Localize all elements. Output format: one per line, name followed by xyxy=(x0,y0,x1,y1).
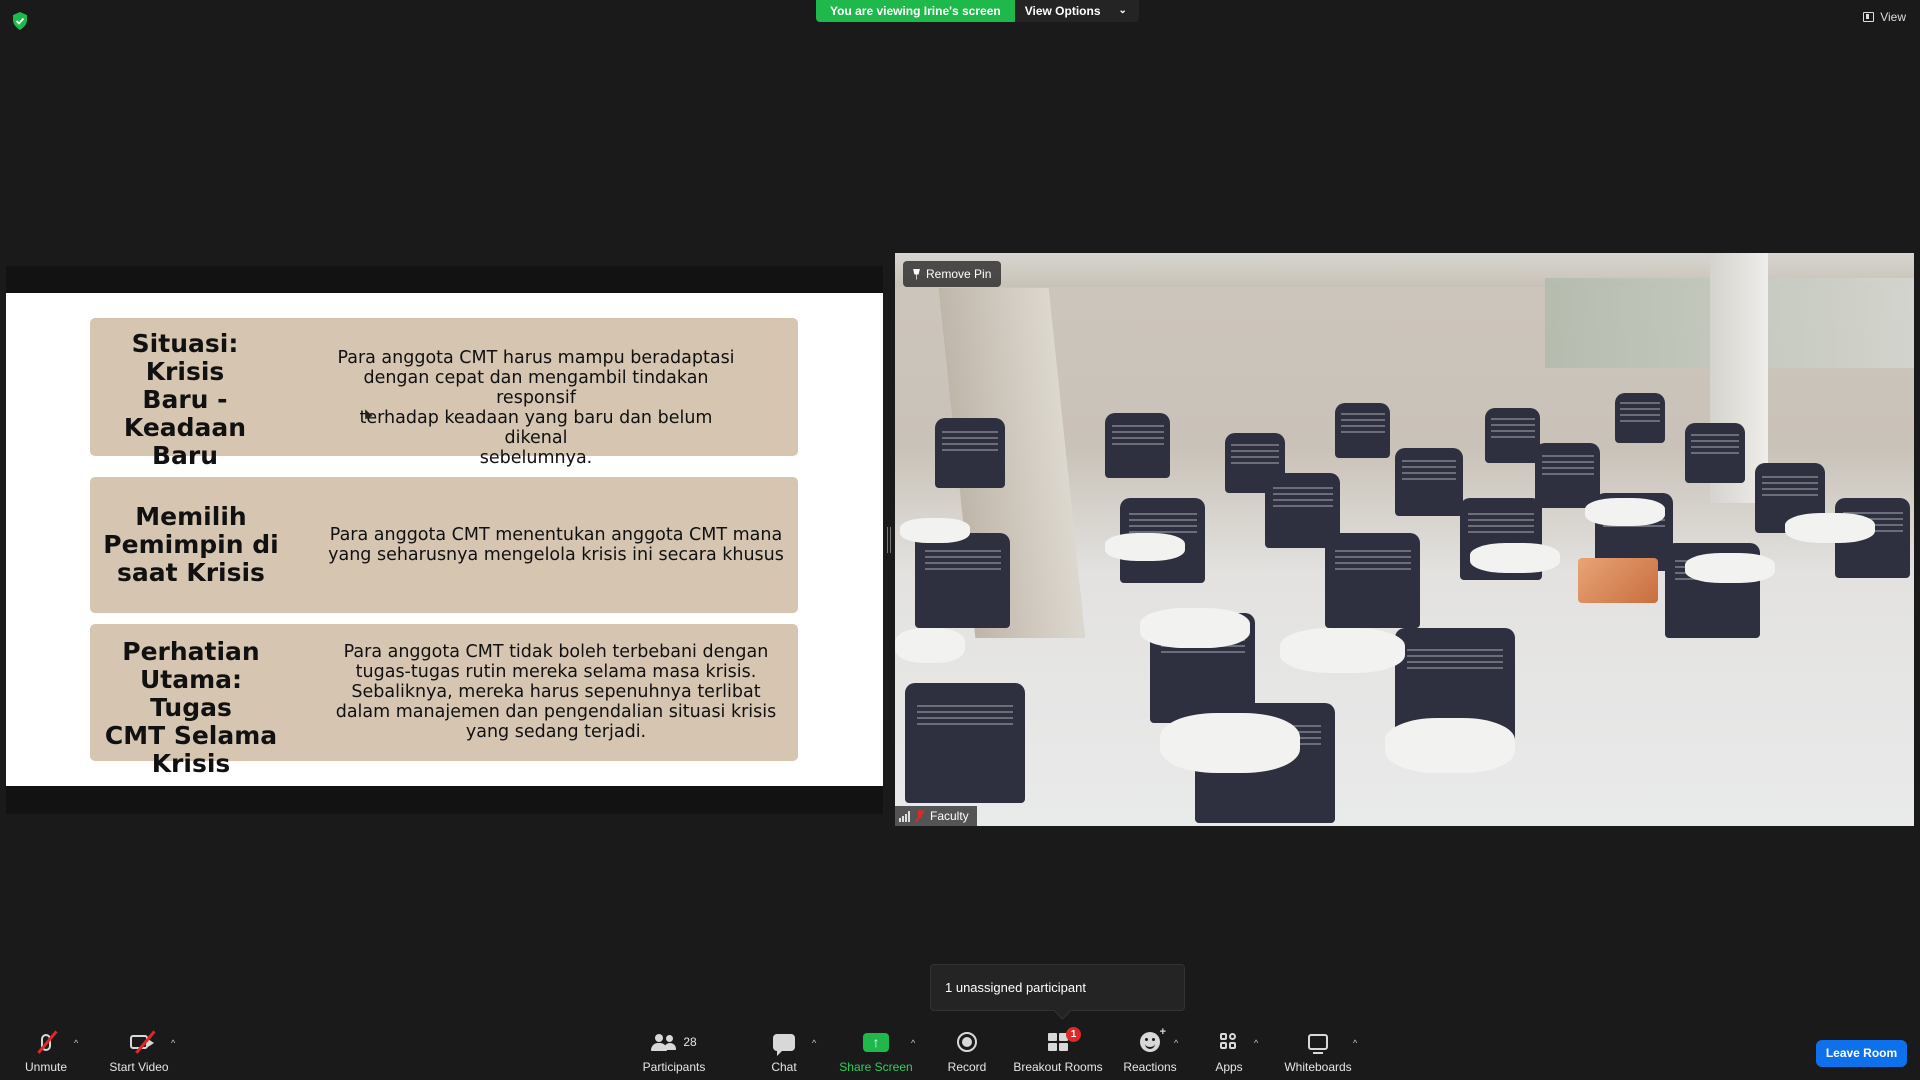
meeting-toolbar: Unmute ^ Start Video ^ 28 Participants C… xyxy=(0,1022,1920,1080)
participant-name-tag: Faculty xyxy=(895,806,977,826)
participants-button[interactable]: 28 Participants xyxy=(638,1022,710,1080)
reactions-button[interactable]: + Reactions xyxy=(1122,1022,1178,1080)
slide-box-3-title: Perhatian Utama: Tugas CMT Selama Krisis xyxy=(104,637,278,778)
apps-icon xyxy=(1220,1033,1238,1051)
participants-count: 28 xyxy=(683,1035,697,1049)
chevron-down-icon: ⌄ xyxy=(1118,5,1127,16)
reactions-label: Reactions xyxy=(1123,1060,1177,1074)
record-button[interactable]: Record xyxy=(944,1022,990,1080)
chat-label: Chat xyxy=(771,1060,797,1074)
reactions-options-caret[interactable]: ^ xyxy=(1174,1038,1178,1048)
share-screen-icon: ↑ xyxy=(863,1032,889,1052)
mic-muted-icon xyxy=(916,810,924,822)
reactions-icon: + xyxy=(1140,1026,1166,1052)
slide-box-3: Perhatian Utama: Tugas CMT Selama Krisis… xyxy=(90,624,798,778)
chat-options-caret[interactable]: ^ xyxy=(812,1038,816,1048)
tooltip-text: 1 unassigned participant xyxy=(945,980,1086,995)
apps-button[interactable]: Apps xyxy=(1214,1022,1244,1080)
view-options-button[interactable]: View Options ⌄ xyxy=(1014,0,1139,22)
start-video-button[interactable]: Start Video xyxy=(104,1022,174,1080)
record-icon xyxy=(957,1032,977,1052)
slide-box-2-title: Memilih Pemimpin di saat Krisis xyxy=(103,502,279,587)
apps-label: Apps xyxy=(1215,1060,1243,1074)
slide-box-2: Memilih Pemimpin di saat Krisis Para ang… xyxy=(90,477,798,613)
shared-slide: Situasi: Krisis Baru - Keadaan Baru Para… xyxy=(6,293,883,786)
shield-icon[interactable] xyxy=(12,12,28,30)
slide-box-3-body: Para anggota CMT tidak boleh terbebani d… xyxy=(335,642,777,742)
start-video-label: Start Video xyxy=(109,1060,169,1074)
unmute-button[interactable]: Unmute xyxy=(20,1022,72,1080)
chat-button[interactable]: Chat xyxy=(764,1022,804,1080)
screen-share-banner: You are viewing Irine's screen View Opti… xyxy=(816,0,1139,22)
remove-pin-button[interactable]: Remove Pin xyxy=(903,261,1002,287)
breakout-rooms-label: Breakout Rooms xyxy=(1013,1060,1103,1074)
audio-options-caret[interactable]: ^ xyxy=(74,1038,78,1048)
breakout-rooms-button[interactable]: 1 Breakout Rooms xyxy=(1013,1022,1103,1080)
signal-icon xyxy=(899,810,910,822)
view-options-label: View Options xyxy=(1024,4,1101,18)
leave-room-button[interactable]: Leave Room xyxy=(1816,1040,1907,1067)
participants-label: Participants xyxy=(642,1060,706,1074)
unassigned-participant-tooltip[interactable]: 1 unassigned participant xyxy=(930,964,1185,1011)
whiteboards-options-caret[interactable]: ^ xyxy=(1353,1038,1357,1048)
view-button[interactable]: View xyxy=(1863,10,1906,24)
chat-icon xyxy=(773,1033,795,1056)
tissue-boxes xyxy=(1578,558,1658,603)
video-tile-faculty[interactable]: Remove Pin Faculty xyxy=(895,253,1914,826)
view-label: View xyxy=(1880,10,1906,24)
whiteboards-button[interactable]: Whiteboards xyxy=(1282,1022,1354,1080)
slide-box-1-body: Para anggota CMT harus mampu beradaptasi… xyxy=(337,348,735,468)
view-icon xyxy=(1863,12,1875,22)
video-options-caret[interactable]: ^ xyxy=(171,1038,175,1048)
viewing-screen-label: You are viewing Irine's screen xyxy=(816,0,1015,22)
split-divider-handle[interactable] xyxy=(887,527,891,553)
unmute-label: Unmute xyxy=(24,1060,68,1074)
participant-name: Faculty xyxy=(930,809,969,823)
slide-box-1-title: Situasi: Krisis Baru - Keadaan Baru xyxy=(123,329,247,470)
record-label: Record xyxy=(947,1060,987,1074)
share-screen-label: Share Screen xyxy=(839,1060,913,1074)
apps-options-caret[interactable]: ^ xyxy=(1254,1038,1258,1048)
breakout-rooms-icon xyxy=(1048,1033,1068,1051)
share-options-caret[interactable]: ^ xyxy=(911,1038,915,1048)
participants-icon xyxy=(651,1033,677,1051)
slide-box-1: Situasi: Krisis Baru - Keadaan Baru Para… xyxy=(90,318,798,470)
breakout-rooms-badge: 1 xyxy=(1066,1027,1081,1042)
share-screen-button[interactable]: ↑ Share Screen xyxy=(838,1022,914,1080)
whiteboard-icon xyxy=(1308,1034,1328,1054)
whiteboards-label: Whiteboards xyxy=(1284,1060,1352,1074)
pin-icon xyxy=(913,268,920,280)
slide-box-2-body: Para anggota CMT menentukan anggota CMT … xyxy=(328,525,784,565)
remove-pin-label: Remove Pin xyxy=(926,267,992,281)
